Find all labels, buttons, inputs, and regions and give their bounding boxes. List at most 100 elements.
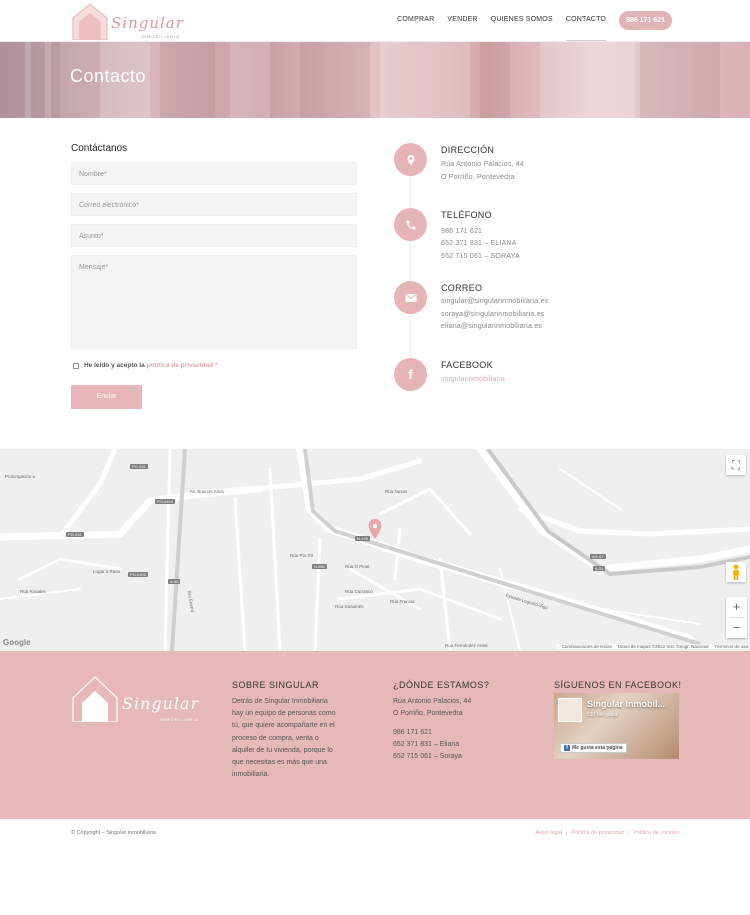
phone-line: 986 171 621 xyxy=(441,228,483,235)
hero-decor xyxy=(25,42,31,118)
house-logo-icon xyxy=(72,3,108,40)
nav-comprar[interactable]: COMPRAR xyxy=(397,10,434,30)
fullscreen-icon[interactable]: ⛶ xyxy=(726,455,746,475)
address-title: DIRECCIÓN xyxy=(441,145,495,155)
privacy-policy-link[interactable]: Política de privacidad xyxy=(571,830,623,836)
consent-checkbox[interactable] xyxy=(73,362,79,369)
map-attribution: Combinaciones de teclas Datos de mapas ©… xyxy=(555,644,748,649)
zoom-out-button[interactable]: − xyxy=(726,618,747,638)
email-line[interactable]: soraya@singularinmobiliaria.es xyxy=(441,311,544,318)
cookies-policy-link[interactable]: Política de cookies xyxy=(633,830,679,836)
facebook-page-name[interactable]: Singular Inmobil... xyxy=(587,699,665,709)
location-pin-icon xyxy=(394,143,427,176)
footer-phone[interactable]: 986 171 621 xyxy=(393,727,462,739)
location-map[interactable]: Av. Buenos Aires Estrada Logroño-Vigo Rú… xyxy=(0,449,750,651)
phone-icon xyxy=(394,208,427,241)
map-label: Rúa Francia xyxy=(390,599,415,604)
map-label: Rúa Pío XII xyxy=(290,553,314,558)
map-label: Prolongación a xyxy=(5,474,36,479)
consent-row: He leído y acepto la política de privaci… xyxy=(73,362,218,369)
about-line: que necesitas es más que una xyxy=(232,759,327,767)
envelope-icon xyxy=(394,281,427,314)
footer-logo: Singular INMOBILIARIA xyxy=(72,676,202,726)
page-title: Contacto xyxy=(70,66,147,86)
map-pin-icon[interactable] xyxy=(368,519,382,539)
map-label: Av. Buenos Aires xyxy=(190,489,224,494)
form-title: Contáctanos xyxy=(71,143,128,154)
map-label: Rúa Novas xyxy=(385,489,408,494)
legal-notice-link[interactable]: Aviso legal xyxy=(535,830,562,836)
zoom-in-button[interactable]: + xyxy=(726,597,747,617)
email-line[interactable]: singular@singularinmobiliaria.es xyxy=(441,298,548,305)
footer-phone[interactable]: 652 371 831 – Eliana xyxy=(393,739,462,751)
hero-decor xyxy=(640,42,720,118)
address-line: O Porriño, Pontevedra xyxy=(441,174,515,181)
email-field[interactable]: Correo electrónico* xyxy=(71,193,357,216)
copyright: © Copyright – Singular inmobiliaria xyxy=(71,830,156,836)
facebook-page-avatar xyxy=(558,698,582,722)
privacy-link[interactable]: política de privacidad * xyxy=(147,362,218,369)
nav-quienes-somos[interactable]: QUIENES SOMOS xyxy=(491,10,553,30)
subject-field[interactable]: Asunto* xyxy=(71,224,357,247)
map-label: Rúa O Pinal xyxy=(345,564,370,569)
facebook-widget[interactable]: Singular Inmobil... 530 Me gusta f Me gu… xyxy=(554,693,679,759)
facebook-likes: 530 Me gusta xyxy=(587,712,618,718)
email-line[interactable]: eliana@singularinmobiliaria.es xyxy=(441,323,542,330)
road-shield: N-120 xyxy=(355,536,370,541)
hero-banner: Contacto xyxy=(0,42,750,118)
hero-decor xyxy=(480,42,510,118)
about-line: hay un equipo de personas como xyxy=(232,710,336,718)
about-text: Detrás de Singular Inmobiliaria hay un e… xyxy=(232,696,336,781)
timeline-line xyxy=(410,158,411,378)
map-label: Rúa Sanamés xyxy=(335,604,364,609)
address-line: Rúa Antonio Palacios, 44 xyxy=(441,161,525,168)
about-line: alquiler de tu vivienda, porque lo xyxy=(232,746,333,754)
phone-line: 652 371 831 – ELIANA xyxy=(441,240,517,247)
where-title: ¿DÓNDE ESTAMOS? xyxy=(393,680,490,690)
road-shield: PO-0403 xyxy=(128,572,149,577)
main-nav: COMPRAR VENDER QUIENES SOMOS CONTACTO 98… xyxy=(384,10,672,41)
road-shield: PO-331 xyxy=(66,532,84,537)
road-shield: A-55 xyxy=(168,579,181,584)
facebook-like-button[interactable]: f Me gusta esta página xyxy=(560,743,627,753)
hero-decor xyxy=(230,42,270,118)
about-title: SOBRE SINGULAR xyxy=(232,680,320,690)
message-field[interactable]: Mensaje* xyxy=(71,255,357,349)
road-shield: PO-331 xyxy=(130,464,148,469)
phone-line: 652 715 061 – SORAYA xyxy=(441,253,520,260)
hero-decor xyxy=(540,42,635,118)
map-label: Rúa Carrasco xyxy=(345,589,373,594)
facebook-section-title: SÍGUENOS EN FACEBOOK! xyxy=(554,680,682,690)
map-label: Lugar a Rasa xyxy=(93,569,121,574)
map-label: Rúa Fernández Areal xyxy=(445,643,488,648)
keyboard-shortcuts-link[interactable]: Combinaciones de teclas xyxy=(562,644,612,649)
pegman-icon[interactable] xyxy=(726,562,746,582)
footer-phone[interactable]: 652 715 061 – Soraya xyxy=(393,751,462,763)
email-title: CORREO xyxy=(441,283,483,293)
submit-button[interactable]: Enviar xyxy=(71,385,142,409)
facebook-link[interactable]: singularinmobiliaria xyxy=(441,376,505,383)
logo-script: Singular xyxy=(111,14,184,32)
name-field[interactable]: Nombre* xyxy=(71,162,357,185)
nav-vender[interactable]: VENDER xyxy=(447,10,477,30)
where-text: Rúa Antonio Palacios, 44 O Porriño, Pont… xyxy=(393,696,471,720)
house-logo-icon xyxy=(72,676,118,722)
phone-button[interactable]: 986 171 621 xyxy=(619,10,672,30)
where-line: O Porriño, Pontevedra xyxy=(393,710,463,718)
where-line: Rúa Antonio Palacios, 44 xyxy=(393,698,472,705)
hero-decor xyxy=(160,42,215,118)
site-header: Singular INMOBILIARIA COMPRAR VENDER QUI… xyxy=(0,0,750,42)
logo-sub: INMOBILIARIA xyxy=(141,34,180,39)
about-line: Detrás de Singular Inmobiliaria xyxy=(232,698,328,705)
facebook-icon: f xyxy=(394,358,427,391)
footer-logo-script: Singular xyxy=(122,694,200,713)
road-shield: AG-57 xyxy=(590,554,606,559)
phone-title: TELÉFONO xyxy=(441,210,492,220)
site-logo[interactable]: Singular INMOBILIARIA xyxy=(71,2,184,40)
terms-link[interactable]: Términos de uso xyxy=(714,644,748,649)
about-line: inmobiliaria. xyxy=(232,771,270,779)
footer-phones: 986 171 621 652 371 831 – Eliana 652 715… xyxy=(393,727,462,764)
footer-logo-sub: INMOBILIARIA xyxy=(160,717,199,722)
nav-contacto[interactable]: CONTACTO xyxy=(565,10,607,41)
consent-text: He leído y acepto la xyxy=(84,362,145,369)
